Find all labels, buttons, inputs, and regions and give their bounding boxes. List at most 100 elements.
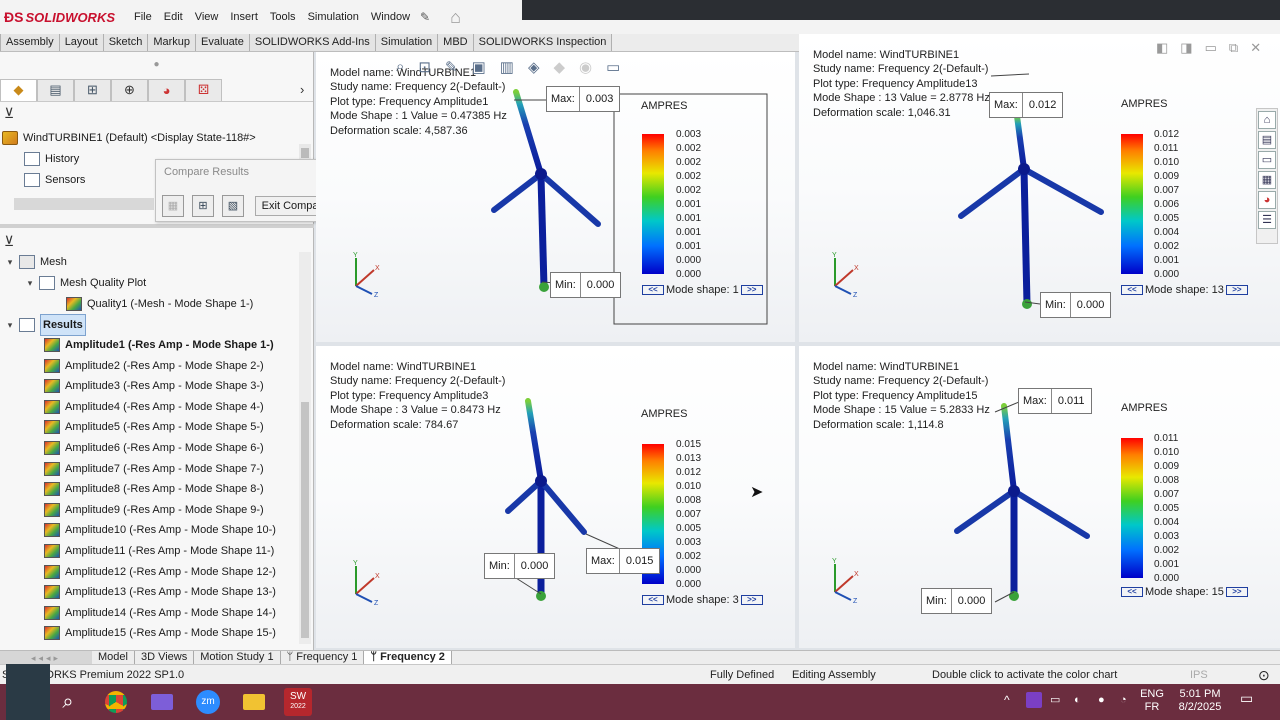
next-mode-icon[interactable]: >> — [740, 595, 763, 605]
color-bar[interactable] — [1121, 134, 1143, 274]
tab-model[interactable]: Model — [92, 651, 135, 664]
wifi-icon[interactable]: ◔ — [1120, 694, 1127, 707]
tab-simulation[interactable]: Simulation — [375, 34, 439, 51]
panel-grip[interactable]: ● — [0, 52, 313, 78]
tree-item-amplitude[interactable]: Amplitude4 (-Res Amp - Mode Shape 4-) — [44, 397, 264, 417]
tree-horizontal-scrollbar[interactable] — [14, 198, 154, 210]
tree-item-results[interactable]: ▾ Results — [4, 314, 86, 336]
tree-item-amplitude[interactable]: Amplitude6 (-Res Amp - Mode Shape 6-) — [44, 438, 264, 458]
previous-mode-icon[interactable]: << — [642, 595, 664, 605]
color-bar[interactable] — [1121, 438, 1143, 578]
min-probe[interactable]: Min: 0.000 — [550, 272, 622, 298]
zoom-icon[interactable]: zm — [194, 688, 222, 716]
tab-assembly[interactable]: Assembly — [0, 34, 60, 51]
tree-item-amplitude[interactable]: Amplitude14 (-Res Amp - Mode Shape 14-) — [44, 603, 276, 623]
display-style-icon[interactable]: ◈ — [528, 58, 540, 76]
notifications-icon[interactable]: ▭ — [1240, 691, 1253, 705]
tree-root[interactable]: WindTURBINE1 (Default) <Display State-11… — [2, 128, 256, 148]
collapse-icon[interactable]: ▾ — [4, 252, 16, 272]
tree-item-amplitude[interactable]: Amplitude7 (-Res Amp - Mode Shape 7-) — [44, 459, 264, 479]
four-view-icon[interactable]: ⊞ — [192, 195, 214, 217]
tree-item-amplitude[interactable]: Amplitude5 (-Res Amp - Mode Shape 5-) — [44, 417, 264, 437]
panel-splitter[interactable] — [0, 224, 314, 228]
collapse-icon[interactable]: ▾ — [24, 273, 36, 293]
scrollbar-thumb[interactable] — [301, 402, 309, 638]
tree-item-mesh-quality[interactable]: ▾ Mesh Quality Plot — [24, 273, 146, 293]
tab-motion-study[interactable]: Motion Study 1 — [194, 651, 281, 664]
property-manager-tab-icon[interactable]: ▤ — [37, 78, 74, 101]
tree-item-mesh[interactable]: ▾ Mesh — [4, 252, 67, 272]
restore-right-icon[interactable]: ◨ — [1180, 40, 1192, 56]
tab-markup[interactable]: Markup — [148, 34, 197, 51]
tree-item-sensors[interactable]: Sensors — [24, 170, 85, 190]
tree-item-amplitude[interactable]: Amplitude9 (-Res Amp - Mode Shape 9-) — [44, 500, 264, 520]
tab-mbd[interactable]: MBD — [438, 34, 474, 51]
status-units[interactable]: IPS — [1190, 669, 1208, 681]
zoom-to-fit-icon[interactable]: ⌕ — [396, 58, 404, 76]
design-library-icon[interactable]: ▤ — [1258, 131, 1276, 149]
tab-3d-views[interactable]: 3D Views — [135, 651, 195, 664]
viewport-mode-1[interactable]: Model name: WindTURBINE1 Study name: Freq… — [316, 52, 795, 342]
tree-item-quality1[interactable]: Quality1 (-Mesh - Mode Shape 1-) — [66, 294, 253, 314]
max-probe[interactable]: Max: 0.003 — [546, 86, 621, 112]
previous-mode-icon[interactable]: << — [1121, 587, 1143, 597]
tab-sketch[interactable]: Sketch — [103, 34, 149, 51]
start-button[interactable] — [6, 664, 50, 720]
microphone-icon[interactable]: ● — [1098, 694, 1105, 707]
close-icon[interactable]: ✕ — [1250, 40, 1261, 56]
monitor-icon[interactable]: ▭ — [606, 58, 620, 76]
menu-simulation[interactable]: Simulation — [302, 11, 365, 23]
viewport-mode-13[interactable]: Model name: WindTURBINE1 Study name: Freq… — [799, 34, 1280, 342]
help-icon[interactable]: ⊙ — [1258, 667, 1270, 684]
menu-insert[interactable]: Insert — [224, 11, 264, 23]
tree-item-amplitude[interactable]: Amplitude8 (-Res Amp - Mode Shape 8-) — [44, 479, 264, 499]
restore-left-icon[interactable]: ◧ — [1156, 40, 1168, 56]
tree-item-amplitude[interactable]: Amplitude11 (-Res Amp - Mode Shape 11-) — [44, 541, 274, 561]
next-mode-icon[interactable]: >> — [740, 285, 763, 295]
collapse-icon[interactable]: ▾ — [4, 315, 16, 335]
onenote-icon[interactable] — [1026, 692, 1042, 708]
color-bar[interactable] — [642, 134, 664, 274]
max-probe[interactable]: Max: 0.015 — [586, 548, 661, 574]
previous-view-icon[interactable]: ✎ — [445, 58, 458, 76]
max-probe[interactable]: Max: 0.012 — [989, 92, 1064, 118]
tab-evaluate[interactable]: Evaluate — [196, 34, 250, 51]
min-probe[interactable]: Min: 0.000 — [484, 553, 556, 579]
menu-file[interactable]: File — [128, 11, 158, 23]
tree-item-amplitude[interactable]: Amplitude3 (-Res Amp - Mode Shape 3-) — [44, 376, 264, 396]
file-explorer-icon[interactable]: ▭ — [1258, 151, 1276, 169]
tab-frequency-2[interactable]: ᛘ Frequency 2 — [364, 651, 452, 664]
section-view-icon[interactable]: ▣ — [472, 58, 486, 76]
custom-properties-icon[interactable]: ☰ — [1258, 211, 1276, 229]
solidworks-logo[interactable]: ƉS SOLIDWORKS — [0, 9, 128, 25]
display-manager-tab-icon[interactable]: ◕ — [148, 78, 185, 101]
minimize-icon[interactable]: ▭ — [1205, 40, 1217, 56]
battery-icon[interactable]: ▭ — [1050, 694, 1060, 707]
simulation-tab-icon[interactable]: ⚄ — [185, 78, 222, 101]
menu-edit[interactable]: Edit — [158, 11, 189, 23]
next-mode-icon[interactable]: >> — [1225, 285, 1248, 295]
viewport-mode-15[interactable]: Model name: WindTURBINE1 Study name: Freq… — [799, 346, 1280, 648]
tab-frequency-1[interactable]: ᛘ Frequency 1 — [281, 651, 365, 664]
configuration-tab-icon[interactable]: ⊞ — [74, 78, 111, 101]
file-explorer-icon[interactable] — [240, 688, 268, 716]
tab-layout[interactable]: Layout — [59, 34, 104, 51]
solidworks-taskbar-icon[interactable]: SW 2022 — [284, 688, 312, 716]
appearances-icon[interactable]: ◕ — [1258, 191, 1276, 209]
filter-icon[interactable]: ⊻ — [0, 102, 313, 124]
menu-tools[interactable]: Tools — [264, 11, 302, 23]
hide-show-icon[interactable]: ◆ — [553, 58, 565, 76]
results-scrollbar[interactable] — [299, 252, 311, 644]
menu-window[interactable]: Window — [365, 11, 416, 23]
min-probe[interactable]: Min: 0.000 — [921, 588, 993, 614]
maximize-icon[interactable]: ⧉ — [1229, 40, 1238, 56]
zoom-area-icon[interactable]: ⊡ — [418, 58, 431, 76]
next-mode-icon[interactable]: >> — [1225, 587, 1248, 597]
feature-tree-tab-icon[interactable]: ◆ — [0, 78, 37, 101]
tab-navigation-arrows[interactable]: ◂◂◂▸ — [0, 650, 92, 665]
min-probe[interactable]: Min: 0.000 — [1040, 292, 1112, 318]
max-probe[interactable]: Max: 0.011 — [1018, 388, 1092, 414]
home-icon[interactable]: ⌂ — [450, 7, 461, 28]
language-indicator[interactable]: ENG FR — [1140, 688, 1164, 714]
single-view-icon[interactable]: ▦ — [162, 195, 184, 217]
